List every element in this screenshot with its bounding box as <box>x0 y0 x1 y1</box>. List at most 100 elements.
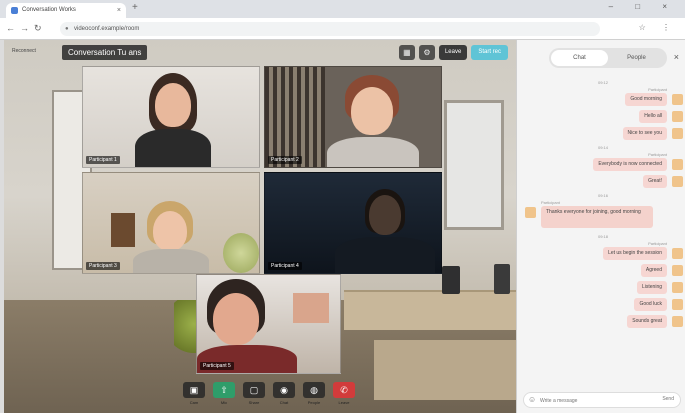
control-label: Mic <box>220 400 228 405</box>
participant-body <box>327 137 419 167</box>
tab-title: Conversation Works <box>22 7 76 13</box>
avatar <box>672 316 683 327</box>
chat-message: Thanks everyone for joining, good mornin… <box>523 206 683 230</box>
avatar <box>672 176 683 187</box>
stage-corner-label: Reconnect <box>12 48 36 54</box>
avatar <box>672 282 683 293</box>
window-controls[interactable]: – □ × <box>609 2 677 11</box>
participant-face <box>155 83 191 127</box>
control-label: Chat <box>279 400 289 405</box>
control-label: Share <box>248 400 260 405</box>
people-icon[interactable]: ◍ <box>303 382 325 398</box>
chat-message: Everybody is now connected <box>523 158 683 172</box>
forward-icon[interactable]: → <box>20 23 29 33</box>
chat-message: Agreed <box>523 264 683 278</box>
leave-call-control[interactable]: ✆ Leave <box>332 382 356 412</box>
participant-name: Participant 4 <box>268 262 302 270</box>
hangup-icon[interactable]: ✆ <box>333 382 355 398</box>
chat-message: Hello all <box>523 110 683 124</box>
message-bubble: Everybody is now connected <box>593 158 667 171</box>
chat-message: Nice to see you <box>523 127 683 141</box>
close-tab-icon[interactable]: × <box>117 3 121 18</box>
camera-icon[interactable]: ▣ <box>183 382 205 398</box>
participant-body <box>135 129 211 167</box>
extensions-icons[interactable]: ☆ ⋮ <box>639 23 677 32</box>
participant-tile[interactable]: Participant 2 <box>264 66 442 168</box>
message-timestamp: 09:14 <box>597 145 608 150</box>
address-bar[interactable]: ● videoconf.example/room <box>60 22 600 36</box>
message-timestamp: 09:12 <box>597 80 608 85</box>
message-sender: Participant <box>648 152 667 157</box>
message-bubble: Listening <box>636 281 667 294</box>
control-label: Cam <box>189 400 199 405</box>
participant-body <box>133 249 209 273</box>
leave-button[interactable]: Leave <box>438 45 468 60</box>
chat-input[interactable] <box>540 395 650 406</box>
chat-message: Sounds great <box>523 315 683 329</box>
room-window <box>444 100 504 230</box>
flowers <box>223 233 259 273</box>
avatar <box>525 207 536 218</box>
participant-face <box>369 195 401 235</box>
message-bubble: Good luck <box>634 298 667 311</box>
participant-name: Participant 1 <box>86 156 120 164</box>
chat-message: Listening <box>523 281 683 295</box>
new-tab-button[interactable]: + <box>132 2 138 13</box>
room-speaker-right <box>494 264 510 294</box>
tab-people[interactable]: People <box>608 50 665 66</box>
url-text: videoconf.example/room <box>74 26 140 32</box>
back-icon[interactable]: ← <box>6 23 15 33</box>
message-sender: Participant <box>541 200 560 205</box>
tab-chat[interactable]: Chat <box>551 50 608 66</box>
room-speaker-left <box>442 266 460 294</box>
avatar <box>672 128 683 139</box>
chat-composer: ☺ Send <box>523 392 681 408</box>
emoji-icon[interactable]: ☺ <box>528 395 536 404</box>
send-button[interactable]: Send <box>662 396 674 402</box>
microphone-control[interactable]: ⇧ Mic <box>212 382 236 412</box>
message-bubble: Great! <box>643 175 667 188</box>
side-panel: Chat People × 09:12 Participant Good morni… <box>516 40 685 413</box>
control-label: People <box>307 400 321 405</box>
share-screen-control[interactable]: ▢ Share <box>242 382 266 412</box>
settings-icon[interactable]: ⚙ <box>418 45 435 60</box>
people-control[interactable]: ◍ People <box>302 382 326 412</box>
participant-tile[interactable]: Participant 1 <box>82 66 260 168</box>
chat-icon[interactable]: ◉ <box>273 382 295 398</box>
avatar <box>672 299 683 310</box>
microphone-icon[interactable]: ⇧ <box>213 382 235 398</box>
message-bubble: Thanks everyone for joining, good mornin… <box>541 206 653 228</box>
room-desk <box>344 290 516 330</box>
close-panel-icon[interactable]: × <box>674 52 679 62</box>
reload-icon[interactable]: ↻ <box>34 23 42 34</box>
message-bubble: Let us begin the session <box>603 247 667 260</box>
chat-messages[interactable]: 09:12 Participant Good morning Hello all Nic… <box>523 76 683 386</box>
chat-message: Good luck <box>523 298 683 312</box>
browser-tab[interactable]: Conversation Works × <box>6 3 126 18</box>
start-recording-button[interactable]: Start rec <box>471 45 508 60</box>
participant-body <box>335 237 435 273</box>
grid-view-icon[interactable]: ▦ <box>398 45 415 60</box>
avatar <box>672 248 683 259</box>
avatar <box>672 159 683 170</box>
participant-tile[interactable]: Participant 3 <box>82 172 260 274</box>
share-screen-icon[interactable]: ▢ <box>243 382 265 398</box>
participant-face <box>153 211 187 251</box>
wall-picture <box>111 213 135 247</box>
bookshelf <box>265 67 325 167</box>
participant-tile[interactable]: Participant 4 <box>264 172 442 274</box>
message-sender: Participant <box>648 87 667 92</box>
avatar <box>672 94 683 105</box>
browser-tabbar: Conversation Works × + – □ × <box>0 0 685 18</box>
call-controls: ▣ Cam ⇧ Mic ▢ Share ◉ Chat ◍ People ✆ Le… <box>182 382 356 412</box>
participant-tile[interactable]: Participant 5 <box>196 274 341 374</box>
browser-toolbar: ← → ↻ ● videoconf.example/room ☆ ⋮ <box>0 18 685 40</box>
camera-control[interactable]: ▣ Cam <box>182 382 206 412</box>
chat-control[interactable]: ◉ Chat <box>272 382 296 412</box>
message-bubble: Hello all <box>639 110 667 123</box>
message-bubble: Nice to see you <box>622 127 667 140</box>
avatar <box>672 265 683 276</box>
top-actions: ▦ ⚙ Leave Start rec <box>398 45 508 60</box>
control-label: Leave <box>338 400 350 405</box>
message-timestamp: 09:18 <box>597 234 608 239</box>
